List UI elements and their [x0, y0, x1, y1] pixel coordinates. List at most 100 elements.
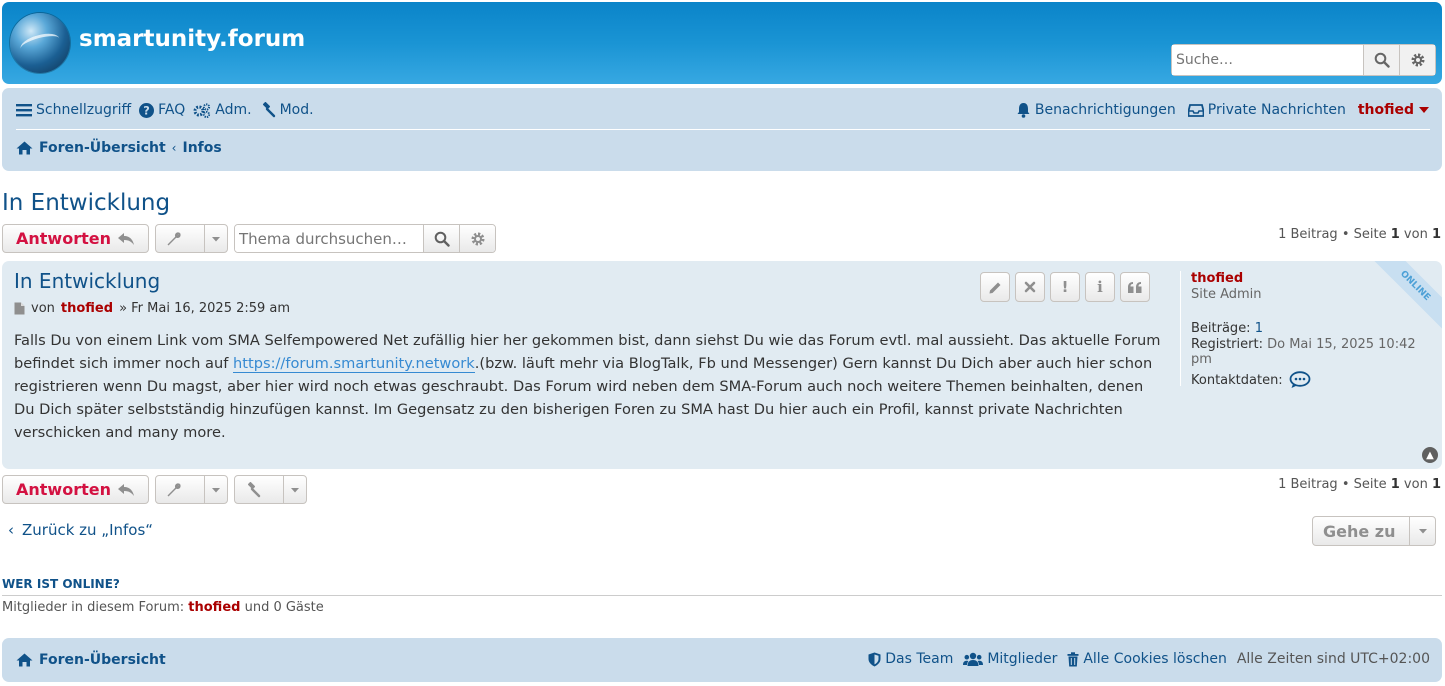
- chevron-down-icon: [204, 225, 221, 252]
- topic-title[interactable]: In Entwicklung: [2, 190, 170, 216]
- profile-rank: Site Admin: [1191, 287, 1262, 302]
- breadcrumb-home[interactable]: Foren-Übersicht: [39, 140, 166, 156]
- inbox-icon: [1187, 104, 1204, 117]
- post-by: von: [31, 301, 55, 316]
- quote-button[interactable]: [1120, 272, 1150, 302]
- profile-posts-value[interactable]: 1: [1255, 321, 1263, 336]
- who-is-online-heading: WER IST ONLINE?: [2, 577, 120, 591]
- team-link[interactable]: Das Team: [868, 651, 953, 667]
- pencil-icon: [989, 282, 1000, 293]
- exclamation-icon: !: [1061, 278, 1069, 296]
- jump-to-label: Gehe zu: [1323, 521, 1396, 541]
- advanced-search-button[interactable]: [1399, 45, 1435, 75]
- back-to-forum-label: Zurück zu „Infos“: [22, 521, 154, 539]
- timezone-note: Alle Zeiten sind UTC+02:00: [1236, 651, 1430, 667]
- post-link[interactable]: https://forum.smartunity.network: [233, 355, 475, 373]
- gear-icon: [471, 232, 484, 245]
- topic-actions-top: Antworten: [2, 224, 496, 253]
- footer-links: Das Team Mitglieder Alle Cookies löschen…: [868, 651, 1430, 667]
- gavel-icon: [262, 102, 275, 118]
- quote-icon: [1128, 281, 1142, 293]
- comment-dots-icon[interactable]: [1289, 371, 1311, 389]
- faq-link[interactable]: ? FAQ: [139, 102, 185, 118]
- report-button[interactable]: !: [1050, 272, 1080, 302]
- profile-registered: Registriert: Do Mai 15, 2025 10:42 pm: [1191, 337, 1416, 367]
- question-circle-icon: ?: [139, 102, 155, 118]
- profile-contact: Kontaktdaten:: [1191, 371, 1430, 389]
- cogs-icon: [193, 102, 211, 118]
- quick-access-menu[interactable]: Schnellzugriff: [16, 102, 131, 118]
- post-content: Falls Du von einem Link vom SMA Selfempo…: [14, 332, 1161, 441]
- pagination-bottom: 1 Beitrag • Seite 1 von 1: [1278, 477, 1441, 492]
- reply-label: Antworten: [16, 480, 111, 499]
- chevron-down-icon: [204, 476, 221, 503]
- bars-icon: [16, 104, 32, 117]
- close-icon: [1024, 281, 1036, 293]
- profile-name[interactable]: thofied: [1191, 271, 1243, 286]
- reply-button-bottom[interactable]: Antworten: [2, 475, 149, 504]
- moderator-tools-button[interactable]: [234, 475, 307, 504]
- pagination-top: 1 Beitrag • Seite 1 von 1: [1278, 227, 1441, 242]
- post: In Entwicklung von thofied » Fr Mai 16, …: [2, 261, 1442, 469]
- search-button[interactable]: [1363, 45, 1399, 75]
- breadcrumb: Foren-Übersicht ‹ Infos: [16, 140, 222, 156]
- jump-to-dropdown[interactable]: Gehe zu: [1312, 516, 1436, 546]
- home-icon: [16, 653, 33, 667]
- site-header: smartunity.forum: [2, 2, 1442, 84]
- profile-posts: Beiträge: 1: [1191, 321, 1263, 336]
- home-icon: [16, 141, 33, 155]
- navbar: Schnellzugriff ? FAQ Adm. Mod. Benachric…: [2, 88, 1442, 171]
- user-menu[interactable]: thofied: [1358, 102, 1430, 118]
- users-icon: [963, 652, 984, 666]
- nav-links: Schnellzugriff ? FAQ Adm. Mod.: [16, 102, 314, 118]
- footer-navbar: Foren-Übersicht Das Team Mitglieder Alle…: [2, 638, 1442, 682]
- post-buttons: ! i: [980, 272, 1150, 302]
- private-messages-link[interactable]: Private Nachrichten: [1187, 102, 1346, 118]
- site-search-input[interactable]: [1172, 45, 1363, 75]
- breadcrumb-forum[interactable]: Infos: [182, 140, 221, 156]
- moderator-link[interactable]: Mod.: [260, 102, 314, 118]
- topic-actions-bottom: Antworten: [2, 475, 307, 504]
- online-user[interactable]: thofied: [188, 600, 240, 615]
- notifications-link[interactable]: Benachrichtigungen: [1016, 102, 1176, 118]
- back-to-forum-link[interactable]: ‹ Zurück zu „Infos“: [8, 521, 153, 539]
- admin-label: Adm.: [215, 102, 252, 118]
- file-icon[interactable]: [14, 302, 25, 315]
- topic-tools-button[interactable]: [155, 224, 228, 253]
- info-icon: i: [1097, 278, 1103, 296]
- members-link[interactable]: Mitglieder: [963, 651, 1057, 667]
- topic-search-button[interactable]: [423, 225, 459, 252]
- topic-search: [234, 224, 496, 253]
- back-to-top-icon[interactable]: ▲: [1422, 447, 1438, 463]
- reply-button[interactable]: Antworten: [2, 224, 149, 253]
- topic-advanced-search-button[interactable]: [459, 225, 495, 252]
- reply-icon: [117, 232, 134, 245]
- quick-access-label: Schnellzugriff: [36, 102, 132, 118]
- post-title[interactable]: In Entwicklung: [14, 269, 160, 293]
- trash-icon: [1067, 651, 1079, 666]
- search-icon: [1374, 52, 1390, 68]
- online-users: Mitglieder in diesem Forum: thofied und …: [2, 600, 324, 615]
- site-name[interactable]: smartunity.forum: [79, 26, 305, 52]
- moderator-label: Mod.: [279, 102, 314, 118]
- admin-link[interactable]: Adm.: [193, 102, 252, 118]
- info-button[interactable]: i: [1085, 272, 1115, 302]
- post-date: » Fr Mai 16, 2025 2:59 am: [119, 301, 291, 316]
- site-logo[interactable]: [10, 13, 70, 73]
- online-divider: [2, 595, 1442, 596]
- topic-tools-button-bottom[interactable]: [155, 475, 228, 504]
- svg-text:?: ?: [143, 104, 150, 117]
- chevron-down-icon: [1409, 517, 1435, 545]
- post-meta: von thofied » Fr Mai 16, 2025 2:59 am: [14, 301, 290, 316]
- faq-label: FAQ: [158, 102, 186, 118]
- delete-button[interactable]: [1015, 272, 1045, 302]
- gavel-icon: [248, 481, 261, 497]
- post-author[interactable]: thofied: [61, 301, 113, 316]
- topic-search-input[interactable]: [235, 225, 423, 252]
- search-icon: [434, 231, 450, 247]
- footer-home-link[interactable]: Foren-Übersicht: [39, 652, 166, 668]
- reply-icon: [117, 483, 134, 496]
- delete-cookies-link[interactable]: Alle Cookies löschen: [1067, 651, 1227, 667]
- edit-button[interactable]: [980, 272, 1010, 302]
- wrench-icon: [167, 231, 181, 245]
